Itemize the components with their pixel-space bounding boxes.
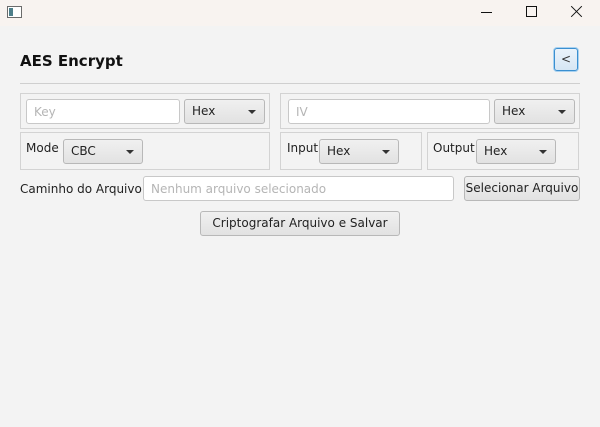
encrypt-save-button[interactable]: Criptografar Arquivo e Salvar [200,211,400,236]
input-format-select[interactable]: Hex [319,139,399,164]
key-group: Hex [20,93,270,129]
file-path-input[interactable] [143,176,454,201]
output-format-select[interactable]: Hex [476,139,556,164]
mode-group: Mode CBC [20,132,270,170]
select-file-button[interactable]: Selecionar Arquivo [464,176,580,201]
mode-label: Mode [26,141,59,155]
chevron-down-icon [558,110,566,114]
window-app-icon [7,6,22,18]
output-format-group: Output Hex [427,132,579,170]
minimize-icon[interactable] [463,0,509,26]
output-format-value: Hex [484,144,508,158]
maximize-icon[interactable] [508,0,554,26]
key-input[interactable] [26,99,180,124]
input-format-label: Input [287,141,319,155]
key-format-select[interactable]: Hex [184,99,265,124]
chevron-down-icon [248,110,256,114]
iv-format-value: Hex [502,104,526,118]
file-path-label: Caminho do Arquivo: [20,182,146,196]
iv-group: Hex [280,93,580,129]
header-separator [20,83,580,84]
iv-input[interactable] [288,99,490,124]
window-titlebar [0,0,600,26]
close-icon[interactable] [554,0,600,26]
chevron-down-icon [539,150,547,154]
input-format-group: Input Hex [280,132,422,170]
key-format-value: Hex [192,104,216,118]
iv-format-select[interactable]: Hex [494,99,575,124]
page-title: AES Encrypt [20,52,123,70]
output-format-label: Output [433,141,475,155]
mode-value: CBC [71,144,96,158]
input-format-value: Hex [327,144,351,158]
back-button[interactable]: < [554,48,578,71]
chevron-down-icon [382,150,390,154]
chevron-down-icon [126,150,134,154]
mode-select[interactable]: CBC [63,139,143,164]
